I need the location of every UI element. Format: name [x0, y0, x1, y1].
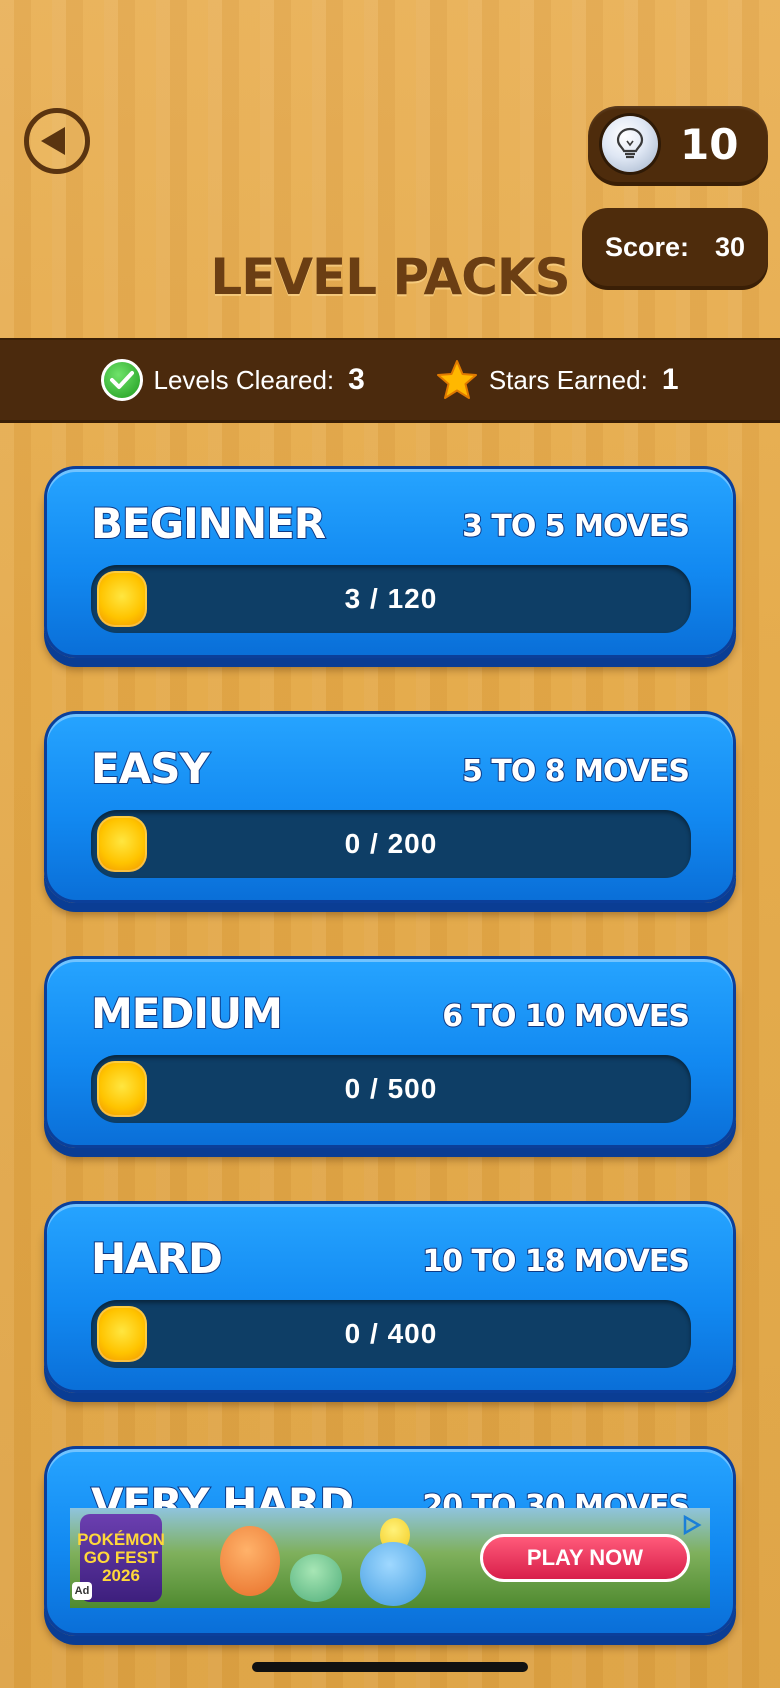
- ad-banner[interactable]: POKÉMON GO FEST 2026 Ad PLAY NOW: [70, 1508, 710, 1608]
- stats-bar: Levels Cleared: 3 Stars Earned: 1: [0, 340, 780, 420]
- ad-creature-blue: [360, 1542, 426, 1606]
- levels-cleared-value: 3: [348, 363, 365, 396]
- star-icon: [436, 360, 477, 399]
- levels-cleared-stat: Levels Cleared: 3: [101, 359, 365, 401]
- page-title: LEVEL PACKS: [210, 248, 570, 306]
- play-now-button[interactable]: PLAY NOW: [480, 1534, 690, 1582]
- pack-easy[interactable]: EASY 5 TO 8 MOVES 0 / 200: [44, 711, 736, 903]
- pack-moves: 3 TO 5 MOVES: [461, 508, 691, 545]
- pack-name: BEGINNER: [90, 498, 327, 549]
- pack-hard[interactable]: HARD 10 TO 18 MOVES 0 / 400: [44, 1201, 736, 1393]
- progress-text: 0 / 500: [344, 1073, 438, 1104]
- ad-logo: POKÉMON GO FEST 2026: [77, 1514, 165, 1602]
- progress-bar: 0 / 400: [91, 1300, 691, 1368]
- stars-earned-stat: Stars Earned: 1: [435, 358, 679, 402]
- pack-moves: 6 TO 10 MOVES: [441, 998, 691, 1035]
- ad-badge: Ad: [72, 1582, 92, 1600]
- hints-count: 10: [680, 119, 739, 169]
- home-indicator: [252, 1662, 528, 1672]
- ad-creature-green: [290, 1554, 342, 1602]
- pack-name: MEDIUM: [90, 988, 284, 1039]
- levels-cleared-label: Levels Cleared:: [153, 364, 335, 395]
- pack-moves: 10 TO 18 MOVES: [421, 1243, 691, 1280]
- progress-bar: 0 / 200: [91, 810, 691, 878]
- progress-text: 0 / 400: [344, 1318, 438, 1349]
- pack-beginner[interactable]: BEGINNER 3 TO 5 MOVES 3 / 120: [44, 466, 736, 658]
- progress-bar: 0 / 500: [91, 1055, 691, 1123]
- back-button[interactable]: [24, 108, 90, 174]
- progress-bar: 3 / 120: [91, 565, 691, 633]
- ad-creature-orange: [220, 1526, 280, 1596]
- back-arrow-icon: [41, 127, 65, 155]
- stars-earned-label: Stars Earned:: [488, 364, 648, 395]
- lightbulb-icon: [602, 116, 658, 172]
- hints-counter[interactable]: 10: [588, 106, 768, 182]
- pack-medium[interactable]: MEDIUM 6 TO 10 MOVES 0 / 500: [44, 956, 736, 1148]
- check-circle-icon: [101, 359, 144, 401]
- pack-name: HARD: [90, 1233, 224, 1284]
- progress-text: 0 / 200: [344, 828, 438, 859]
- play-triangle-icon[interactable]: [680, 1514, 702, 1536]
- pack-moves: 5 TO 8 MOVES: [461, 753, 691, 790]
- stars-earned-value: 1: [661, 363, 679, 396]
- progress-text: 3 / 120: [344, 583, 438, 614]
- pack-name: EASY: [90, 743, 211, 794]
